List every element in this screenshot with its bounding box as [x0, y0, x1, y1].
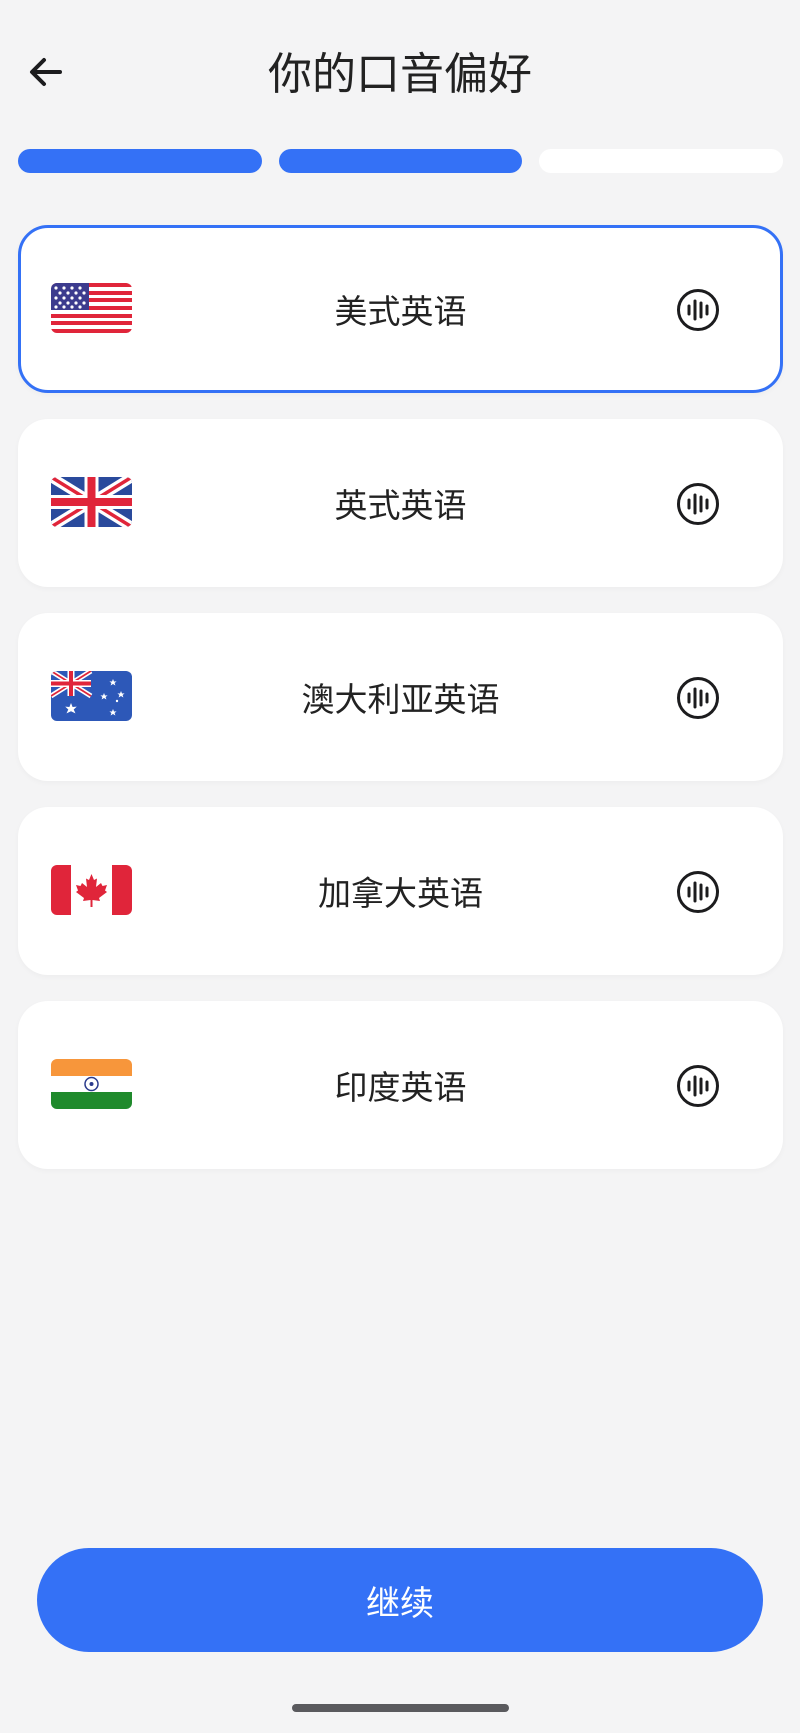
progress-step-2 [278, 149, 523, 173]
accent-option-australia[interactable]: 澳大利亚英语 [18, 613, 783, 781]
home-indicator [292, 1704, 509, 1712]
audio-wave-icon [677, 677, 719, 719]
play-sample-button-canada[interactable] [676, 870, 720, 914]
accent-option-canada[interactable]: 加拿大英语 [18, 807, 783, 975]
accent-options-list: 美式英语 英式英语 澳大利亚英语 加拿大英语 印度英语 [18, 225, 783, 1195]
audio-wave-icon [677, 1065, 719, 1107]
audio-wave-icon [677, 483, 719, 525]
accent-label-india: 印度英语 [334, 1068, 467, 1107]
accent-label-canada: 加拿大英语 [318, 874, 483, 913]
audio-wave-icon [677, 289, 719, 331]
play-sample-button-india[interactable] [676, 1064, 720, 1108]
page-title: 你的口音偏好 [268, 49, 532, 100]
us-flag-icon [51, 283, 132, 333]
continue-button[interactable]: 继续 [37, 1548, 763, 1652]
accent-label-uk: 英式英语 [334, 486, 467, 525]
india-flag-icon [51, 1059, 132, 1109]
play-sample-button-uk[interactable] [676, 482, 720, 526]
accent-option-us[interactable]: 美式英语 [18, 225, 783, 393]
progress-step-3 [539, 149, 784, 173]
accent-option-uk[interactable]: 英式英语 [18, 419, 783, 587]
accent-label-australia: 澳大利亚英语 [301, 680, 500, 719]
audio-wave-icon [677, 871, 719, 913]
uk-flag-icon [51, 477, 132, 527]
accent-option-india[interactable]: 印度英语 [18, 1001, 783, 1169]
play-sample-button-australia[interactable] [676, 676, 720, 720]
progress-step-1 [18, 149, 262, 173]
header: 你的口音偏好 [0, 0, 800, 150]
canada-flag-icon [51, 865, 132, 915]
accent-label-us: 美式英语 [334, 292, 467, 331]
play-sample-button-us[interactable] [676, 288, 720, 332]
progress-bar [18, 149, 784, 173]
australia-flag-icon [51, 671, 132, 721]
